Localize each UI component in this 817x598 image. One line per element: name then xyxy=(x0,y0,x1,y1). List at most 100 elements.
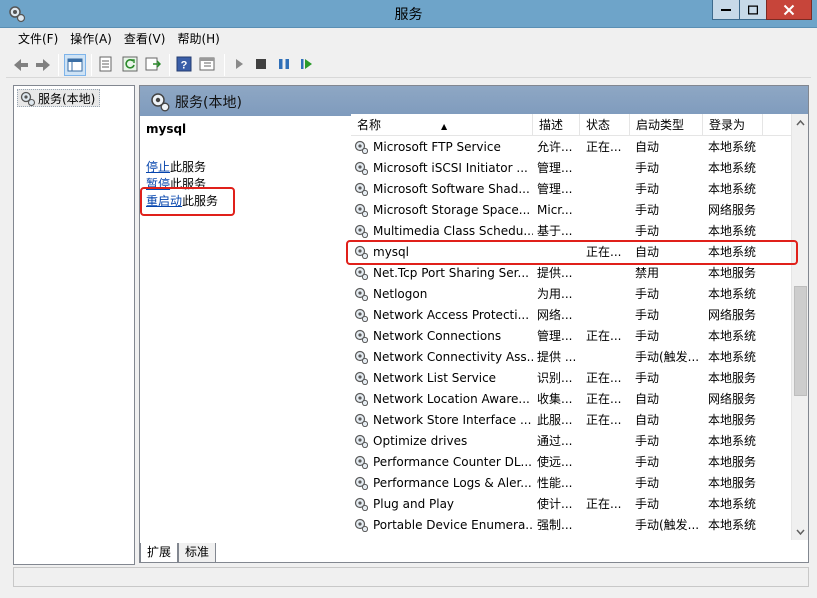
table-row[interactable]: Net.Tcp Port Sharing Ser... 提供... 禁用 本地服务 xyxy=(351,263,791,284)
service-description-cell: 提供... xyxy=(537,266,573,280)
close-button[interactable] xyxy=(766,0,812,20)
service-description-cell: 提供 ... xyxy=(537,350,577,364)
service-startup-type-cell: 手动 xyxy=(635,455,660,469)
column-header-log-on-as[interactable]: 登录为 xyxy=(703,114,763,136)
table-row[interactable]: Microsoft Software Shad... 管理... 手动 本地系统 xyxy=(351,179,791,200)
start-service-icon[interactable] xyxy=(229,54,251,76)
sort-ascending-icon: ▲ xyxy=(441,122,448,131)
mysql-row-highlight-annotation xyxy=(346,240,798,265)
service-description-cell: 通过... xyxy=(537,434,573,448)
service-name-cell: Microsoft Software Shad... xyxy=(373,182,530,196)
minimize-button[interactable] xyxy=(712,0,740,20)
table-row[interactable]: Netlogon 为用... 手动 本地系统 xyxy=(351,284,791,305)
table-row[interactable]: Plug and Play 使计... 正在... 手动 本地系统 xyxy=(351,494,791,515)
service-startup-type-cell: 手动 xyxy=(635,161,660,175)
show-hide-console-tree-icon[interactable] xyxy=(64,54,86,76)
table-row[interactable]: Portable Device Enumera... 强制... 手动(触发... 本… xyxy=(351,515,791,536)
service-logon-cell: 本地系统 xyxy=(708,287,757,301)
service-startup-type-cell: 禁用 xyxy=(635,266,660,280)
svg-text:?: ? xyxy=(181,60,188,72)
menu-view[interactable]: 查看(V) xyxy=(118,28,172,50)
scroll-thumb[interactable] xyxy=(794,286,807,396)
service-startup-type-cell: 手动(触发... xyxy=(635,350,700,364)
pane-title: 服务(本地) xyxy=(175,95,242,111)
service-name-cell: Performance Logs & Aler... xyxy=(373,476,532,490)
scroll-down-icon[interactable] xyxy=(792,523,808,540)
table-row[interactable]: Optimize drives 通过... 手动 本地系统 xyxy=(351,431,791,452)
menu-help[interactable]: 帮助(H) xyxy=(171,28,225,50)
service-name-cell: Microsoft FTP Service xyxy=(373,140,501,154)
help-icon[interactable]: ? xyxy=(174,54,196,76)
service-logon-cell: 网络服务 xyxy=(708,308,757,322)
tab-standard[interactable]: 标准 xyxy=(178,543,217,563)
service-startup-type-cell: 手动 xyxy=(635,287,660,301)
service-logon-cell: 网络服务 xyxy=(708,392,757,406)
tree-item-services-local[interactable]: 服务(本地) xyxy=(17,89,101,107)
service-name-cell: Network Connections xyxy=(373,329,502,343)
service-logon-cell: 本地系统 xyxy=(708,224,757,238)
mmc-icon[interactable] xyxy=(197,54,219,76)
menu-file[interactable]: 文件(F) xyxy=(6,28,64,50)
service-logon-cell: 本地系统 xyxy=(708,161,757,175)
forward-icon[interactable] xyxy=(32,54,54,76)
column-header-startup-type[interactable]: 启动类型 xyxy=(630,114,703,136)
service-name-cell: Microsoft iSCSI Initiator ... xyxy=(373,161,528,175)
table-row[interactable]: Network List Service 识别... 正在... 手动 本地服务 xyxy=(351,368,791,389)
properties-icon[interactable] xyxy=(96,54,118,76)
stop-service-icon[interactable] xyxy=(251,54,273,76)
service-startup-type-cell: 手动 xyxy=(635,497,660,511)
service-startup-type-cell: 自动 xyxy=(635,140,660,154)
table-row[interactable]: Network Connectivity Ass... 提供 ... 手动(触发..… xyxy=(351,347,791,368)
service-status-cell: 正在... xyxy=(586,392,622,406)
table-row[interactable]: Network Store Interface ... 此服... 正在... 自动 本… xyxy=(351,410,791,431)
pause-service-icon[interactable] xyxy=(274,54,296,76)
vertical-scrollbar[interactable] xyxy=(791,114,808,540)
service-logon-cell: 本地系统 xyxy=(708,434,757,448)
service-description-cell: 网络... xyxy=(537,308,573,322)
service-description-cell: 管理... xyxy=(537,182,573,196)
service-description-cell: 收集... xyxy=(537,392,573,406)
action-stop: 停止此服务 xyxy=(146,158,206,175)
service-startup-type-cell: 手动 xyxy=(635,308,660,322)
table-row[interactable]: Multimedia Class Schedu... 基于... 手动 本地系统 xyxy=(351,221,791,242)
restart-service-icon[interactable] xyxy=(297,54,319,76)
column-header-description[interactable]: 描述 xyxy=(533,114,580,136)
services-gear-icon xyxy=(150,92,170,115)
restart-highlight-annotation xyxy=(140,187,235,216)
refresh-icon[interactable] xyxy=(120,54,142,76)
scroll-up-icon[interactable] xyxy=(792,114,808,131)
table-row[interactable]: Network Connections 管理... 正在... 手动 本地系统 xyxy=(351,326,791,347)
service-logon-cell: 本地系统 xyxy=(708,140,757,154)
service-name-cell: Network List Service xyxy=(373,371,497,385)
table-row[interactable]: Microsoft FTP Service 允许... 正在... 自动 本地系统 xyxy=(351,137,791,158)
menu-action[interactable]: 操作(A) xyxy=(64,28,118,50)
back-icon[interactable] xyxy=(10,54,32,76)
service-name-cell: Microsoft Storage Space... xyxy=(373,203,531,217)
tab-extended[interactable]: 扩展 xyxy=(140,543,179,563)
table-row[interactable]: Network Access Protecti... 网络... 手动 网络服务 xyxy=(351,305,791,326)
maximize-button[interactable] xyxy=(739,0,767,20)
service-name-cell: Network Connectivity Ass... xyxy=(373,350,533,364)
services-list: 名称 ▲ 描述 状态 启动类型 登录为 Microsoft FTP Service… xyxy=(351,114,808,540)
details-pane: 服务(本地) mysql 停止此服务 暂停此服务 重启动此服务 名称 ▲ 描述 状… xyxy=(139,85,809,563)
service-logon-cell: 本地系统 xyxy=(708,350,757,364)
table-row[interactable]: Performance Counter DL... 使远... 手动 本地服务 xyxy=(351,452,791,473)
service-startup-type-cell: 自动 xyxy=(635,392,660,406)
column-header-name[interactable]: 名称 ▲ xyxy=(351,114,533,136)
table-row[interactable]: Microsoft Storage Space... Micr... 手动 网络服务 xyxy=(351,200,791,221)
service-description-cell: 为用... xyxy=(537,287,573,301)
table-row[interactable]: Microsoft iSCSI Initiator ... 管理... 手动 本地系统 xyxy=(351,158,791,179)
service-logon-cell: 本地服务 xyxy=(708,476,757,490)
column-header-status[interactable]: 状态 xyxy=(580,114,630,136)
stop-service-link[interactable]: 停止 xyxy=(146,160,170,174)
table-row[interactable]: Network Location Aware... 收集... 正在... 自动 网络服… xyxy=(351,389,791,410)
title-bar: 服务 xyxy=(0,0,817,28)
export-list-icon[interactable] xyxy=(143,54,165,76)
service-startup-type-cell: 手动(触发... xyxy=(635,518,700,532)
service-logon-cell: 本地系统 xyxy=(708,497,757,511)
services-gear-icon xyxy=(20,91,36,112)
view-tabs: 扩展 标准 xyxy=(140,543,800,563)
table-row[interactable]: Performance Logs & Aler... 性能... 手动 本地服务 xyxy=(351,473,791,494)
service-startup-type-cell: 自动 xyxy=(635,413,660,427)
service-description-cell: 此服... xyxy=(537,413,573,427)
